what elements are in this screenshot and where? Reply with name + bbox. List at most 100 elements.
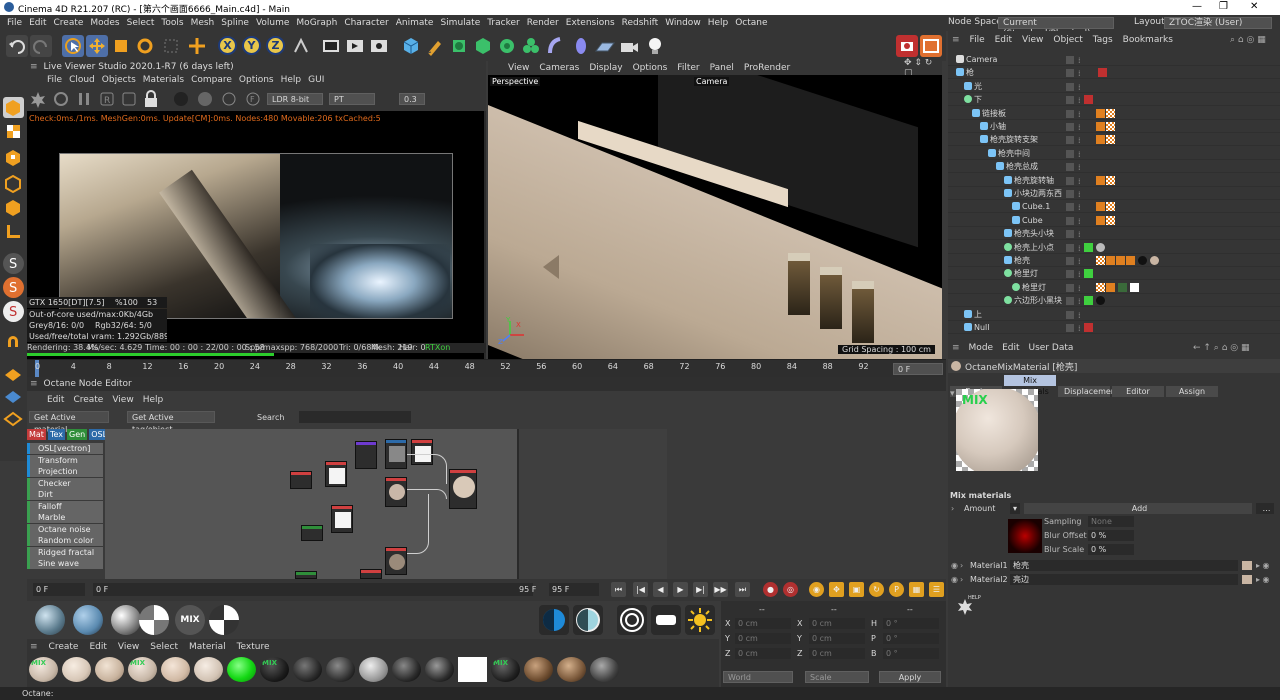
lv-menu-options[interactable]: Options bbox=[239, 75, 274, 85]
render-visibility-dots[interactable]: ⁞ bbox=[1078, 255, 1081, 268]
menu-simulate[interactable]: Simulate bbox=[440, 18, 480, 28]
panel-grip-icon[interactable]: ≡ bbox=[30, 62, 38, 72]
menu-volume[interactable]: Volume bbox=[256, 18, 289, 28]
glossy-sphere-icon[interactable] bbox=[35, 605, 65, 635]
sampling-dropdown[interactable]: None bbox=[1088, 516, 1134, 527]
object-row[interactable]: 上 ⁞ bbox=[948, 308, 1280, 321]
node-list-item[interactable]: Projection bbox=[27, 466, 103, 477]
object-tag-icon[interactable] bbox=[1096, 108, 1105, 118]
menu-mesh[interactable]: Mesh bbox=[191, 18, 215, 28]
texture-mode-icon[interactable] bbox=[3, 121, 24, 142]
material-swatch[interactable] bbox=[161, 657, 190, 682]
workplane-mode-icon[interactable] bbox=[3, 147, 24, 168]
preview-collapse-icon[interactable]: ▾ bbox=[950, 389, 955, 399]
mm-menu-material[interactable]: Material bbox=[189, 642, 226, 652]
node-list-item[interactable]: Transform bbox=[27, 454, 103, 466]
metal-sphere-icon[interactable] bbox=[111, 605, 141, 635]
node-list-item[interactable]: OSL[vectron] bbox=[27, 443, 103, 454]
am-nav-icons[interactable]: ← ↑ ⌕ ⌂ ◎ ▦ bbox=[1193, 343, 1250, 353]
object-row[interactable]: 枪壳头小块 ⁞ bbox=[948, 227, 1280, 241]
end-frame-field[interactable]: 95 F bbox=[549, 583, 599, 596]
visibility-toggle[interactable] bbox=[1066, 230, 1074, 239]
octane-diffuse-icon[interactable] bbox=[573, 605, 603, 635]
render-view-icon[interactable] bbox=[320, 35, 342, 57]
object-row[interactable]: 枪壳旋转支架 ⁞ bbox=[948, 133, 1280, 147]
render-visibility-dots[interactable]: ⁞ bbox=[1078, 322, 1081, 335]
object-tag-icon[interactable] bbox=[1096, 282, 1105, 292]
visibility-toggle[interactable] bbox=[1066, 283, 1074, 292]
select-arrow-icon[interactable] bbox=[62, 35, 84, 57]
coord-value-field[interactable]: 0 cm bbox=[809, 633, 865, 644]
blur-scale-field[interactable]: 0 % bbox=[1088, 544, 1134, 555]
octane-target-light-icon[interactable] bbox=[617, 605, 647, 635]
object-tag-icon[interactable] bbox=[1130, 282, 1139, 292]
visibility-toggle[interactable] bbox=[1066, 96, 1074, 105]
object-tag-icon[interactable] bbox=[1116, 256, 1125, 265]
visibility-toggle[interactable] bbox=[1066, 257, 1074, 265]
menu-tools[interactable]: Tools bbox=[161, 18, 183, 28]
visibility-toggle[interactable] bbox=[1066, 203, 1074, 212]
polygons-mode-icon[interactable] bbox=[3, 221, 24, 242]
menu-select[interactable]: Select bbox=[127, 18, 155, 28]
material-swatch[interactable] bbox=[590, 657, 619, 682]
grid-lines-icon[interactable] bbox=[3, 409, 24, 430]
object-row[interactable]: 枪壳旋转轴 ⁞ bbox=[948, 174, 1280, 187]
menu-character[interactable]: Character bbox=[344, 18, 388, 28]
mm-menu-create[interactable]: Create bbox=[49, 642, 79, 652]
visibility-toggle[interactable] bbox=[1066, 324, 1074, 332]
material1-menu-icon[interactable]: ▸ ◉ bbox=[1256, 559, 1270, 572]
material-swatch[interactable]: MIX bbox=[29, 657, 58, 682]
panel-grip-icon[interactable]: ≡ bbox=[952, 35, 960, 45]
mm-menu-view[interactable]: View bbox=[118, 642, 139, 652]
node-list-item[interactable]: Octane noise bbox=[27, 523, 103, 535]
menu-file[interactable]: File bbox=[7, 18, 22, 28]
graph-node[interactable] bbox=[449, 469, 477, 509]
octane-toon-icon[interactable] bbox=[539, 605, 569, 635]
menu-spline[interactable]: Spline bbox=[221, 18, 249, 28]
node-list-item[interactable]: Random color bbox=[27, 535, 103, 546]
graph-node[interactable] bbox=[355, 441, 377, 469]
goto-end-icon[interactable]: ⏭ bbox=[735, 582, 750, 597]
render-visibility-dots[interactable]: ⁞ bbox=[1078, 309, 1081, 322]
timeline-menu-icon[interactable]: ☰ bbox=[929, 582, 944, 597]
object-row[interactable]: 光 ⁞ bbox=[948, 80, 1280, 93]
next-key-icon[interactable]: ▶▶ bbox=[713, 582, 728, 597]
expand-icon[interactable]: › bbox=[951, 502, 954, 515]
lock-icon[interactable] bbox=[143, 90, 159, 108]
visibility-toggle[interactable] bbox=[1066, 136, 1074, 145]
object-tag-icon[interactable] bbox=[1106, 282, 1115, 292]
object-tag-icon[interactable] bbox=[1096, 202, 1105, 212]
graph-node[interactable] bbox=[331, 505, 353, 533]
y-axis-lock-icon[interactable]: Y bbox=[242, 36, 261, 55]
object-row[interactable]: 小轴 ⁞ bbox=[948, 120, 1280, 133]
grid-checker-icon[interactable] bbox=[3, 387, 24, 408]
coord-value-field[interactable]: 0 ° bbox=[883, 618, 939, 629]
lv-menu-help[interactable]: Help bbox=[281, 75, 302, 85]
material2-menu-icon[interactable]: ▸ ◉ bbox=[1256, 573, 1270, 586]
om-menu-edit[interactable]: Edit bbox=[995, 35, 1012, 45]
graph-node[interactable] bbox=[385, 547, 407, 575]
object-row[interactable]: Cube ⁞ bbox=[948, 214, 1280, 227]
object-tag-icon[interactable] bbox=[1096, 256, 1105, 265]
ldr-dropdown[interactable]: LDR 8-bit bbox=[267, 93, 323, 105]
object-row[interactable]: 枪壳总成 ⁞ bbox=[948, 160, 1280, 174]
maximize-button[interactable]: ❐ bbox=[1219, 1, 1228, 12]
visibility-toggle[interactable] bbox=[1066, 69, 1074, 78]
object-tag-icon[interactable] bbox=[1106, 215, 1115, 225]
move-tool-icon[interactable] bbox=[86, 35, 108, 57]
add-transform-icon[interactable] bbox=[186, 35, 208, 57]
floor-icon[interactable] bbox=[594, 35, 616, 57]
object-tag-icon[interactable] bbox=[1118, 282, 1127, 292]
object-tag-icon[interactable] bbox=[1106, 175, 1115, 185]
object-tag-icon[interactable] bbox=[1084, 269, 1093, 279]
model-mode-icon[interactable] bbox=[3, 97, 24, 118]
render-visibility-dots[interactable]: ⁞ bbox=[1078, 81, 1081, 94]
visibility-toggle[interactable] bbox=[1066, 190, 1074, 198]
menu-modes[interactable]: Modes bbox=[90, 18, 119, 28]
render-visibility-dots[interactable]: ⁞ bbox=[1078, 108, 1081, 121]
extrude-generator-icon[interactable] bbox=[472, 35, 494, 57]
menu-octane[interactable]: Octane bbox=[735, 18, 767, 28]
panel-grip-icon[interactable]: ≡ bbox=[30, 642, 38, 652]
graph-node[interactable] bbox=[385, 439, 407, 469]
expand-icon[interactable]: › bbox=[960, 559, 963, 572]
